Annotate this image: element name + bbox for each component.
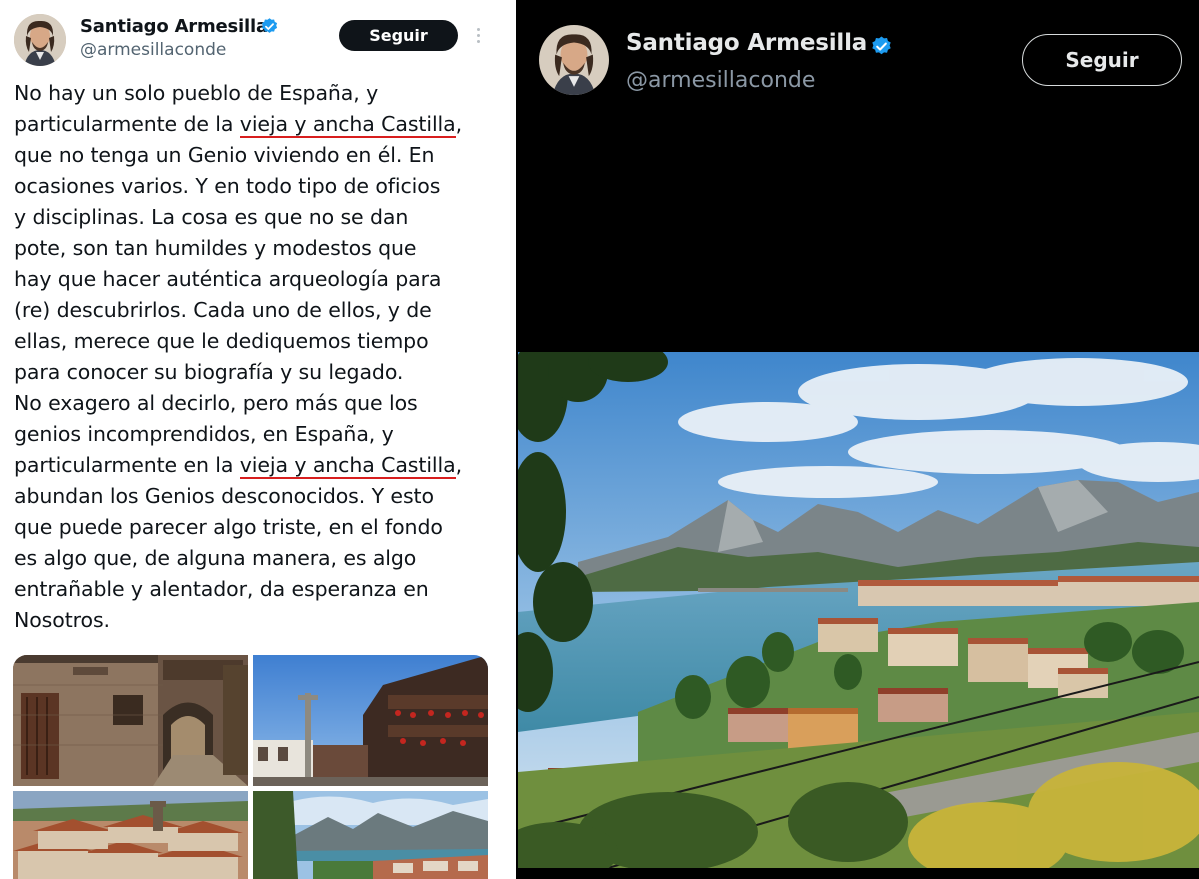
author-avatar[interactable]: [14, 14, 66, 66]
tweet-text-line: genios incomprendidos, en España, y: [14, 422, 394, 446]
author-handle[interactable]: @armesillaconde: [80, 40, 226, 60]
tweet-text-line: particularmente en la vieja y ancha Cast…: [14, 453, 462, 479]
tweet-text-line: entrañable y alentador, da esperanza en: [14, 577, 429, 601]
tweet-text-line: No hay un solo pueblo de España, y: [14, 81, 379, 105]
author-name[interactable]: Santiago Armesilla: [626, 30, 867, 56]
verified-badge-icon: [261, 18, 278, 33]
tweet-text-line: abundan los Genios desconocidos. Y esto: [14, 484, 434, 508]
tweet-text-line: es algo que, de alguna manera, es algo: [14, 546, 417, 570]
author-handle[interactable]: @armesillaconde: [626, 68, 815, 93]
rooftops-photo[interactable]: [13, 791, 248, 879]
tweet-text-line: No exagero al decirlo, pero más que los: [14, 391, 418, 415]
tweet-text-line: hay que hacer auténtica arqueología para: [14, 267, 442, 291]
tweet-text-line: ocasiones varios. Y en todo tipo de ofic…: [14, 174, 441, 198]
tweet-text-line: y disciplinas. La cosa es que no se dan: [14, 205, 409, 229]
tweet-text-line: que puede parecer algo triste, en el fon…: [14, 515, 443, 539]
tweet-dark: Santiago Armesilla @armesillaconde Segui…: [518, 0, 1199, 879]
tweet-text-line: pote, son tan humildes y modestos que: [14, 236, 417, 260]
tweet-text-line: ellas, merece que le dediquemos tiempo: [14, 329, 429, 353]
tweet-text-line: particularmente de la vieja y ancha Cast…: [14, 112, 463, 138]
media-grid[interactable]: [13, 655, 488, 879]
balcony-street-photo[interactable]: [253, 655, 488, 786]
tweet-light: Santiago Armesilla @armesillaconde Segui…: [0, 0, 516, 879]
lake-mountain-photo[interactable]: [253, 791, 488, 879]
tweet-text: No hay un solo pueblo de España, y partic…: [14, 78, 504, 636]
verified-badge-icon: [872, 36, 891, 55]
tweet-text-line: Nosotros.: [14, 608, 110, 632]
follow-button[interactable]: Seguir: [339, 20, 458, 51]
tweet-text-line: que no tenga un Genio viviendo en él. En: [14, 143, 435, 167]
mountain-lake-village-photo[interactable]: [518, 352, 1199, 868]
tweet-text-line: (re) descubrirlos. Cada uno de ellos, y …: [14, 298, 432, 322]
more-options-icon[interactable]: [470, 22, 486, 48]
underlined-phrase: vieja y ancha Castilla: [239, 453, 456, 479]
follow-button[interactable]: Seguir: [1022, 34, 1182, 86]
author-name[interactable]: Santiago Armesilla: [80, 16, 268, 37]
underlined-phrase: vieja y ancha Castilla: [239, 112, 456, 138]
tweet-text-line: para conocer su biografía y su legado.: [14, 360, 404, 384]
author-avatar[interactable]: [539, 25, 609, 95]
stone-village-photo[interactable]: [13, 655, 248, 786]
